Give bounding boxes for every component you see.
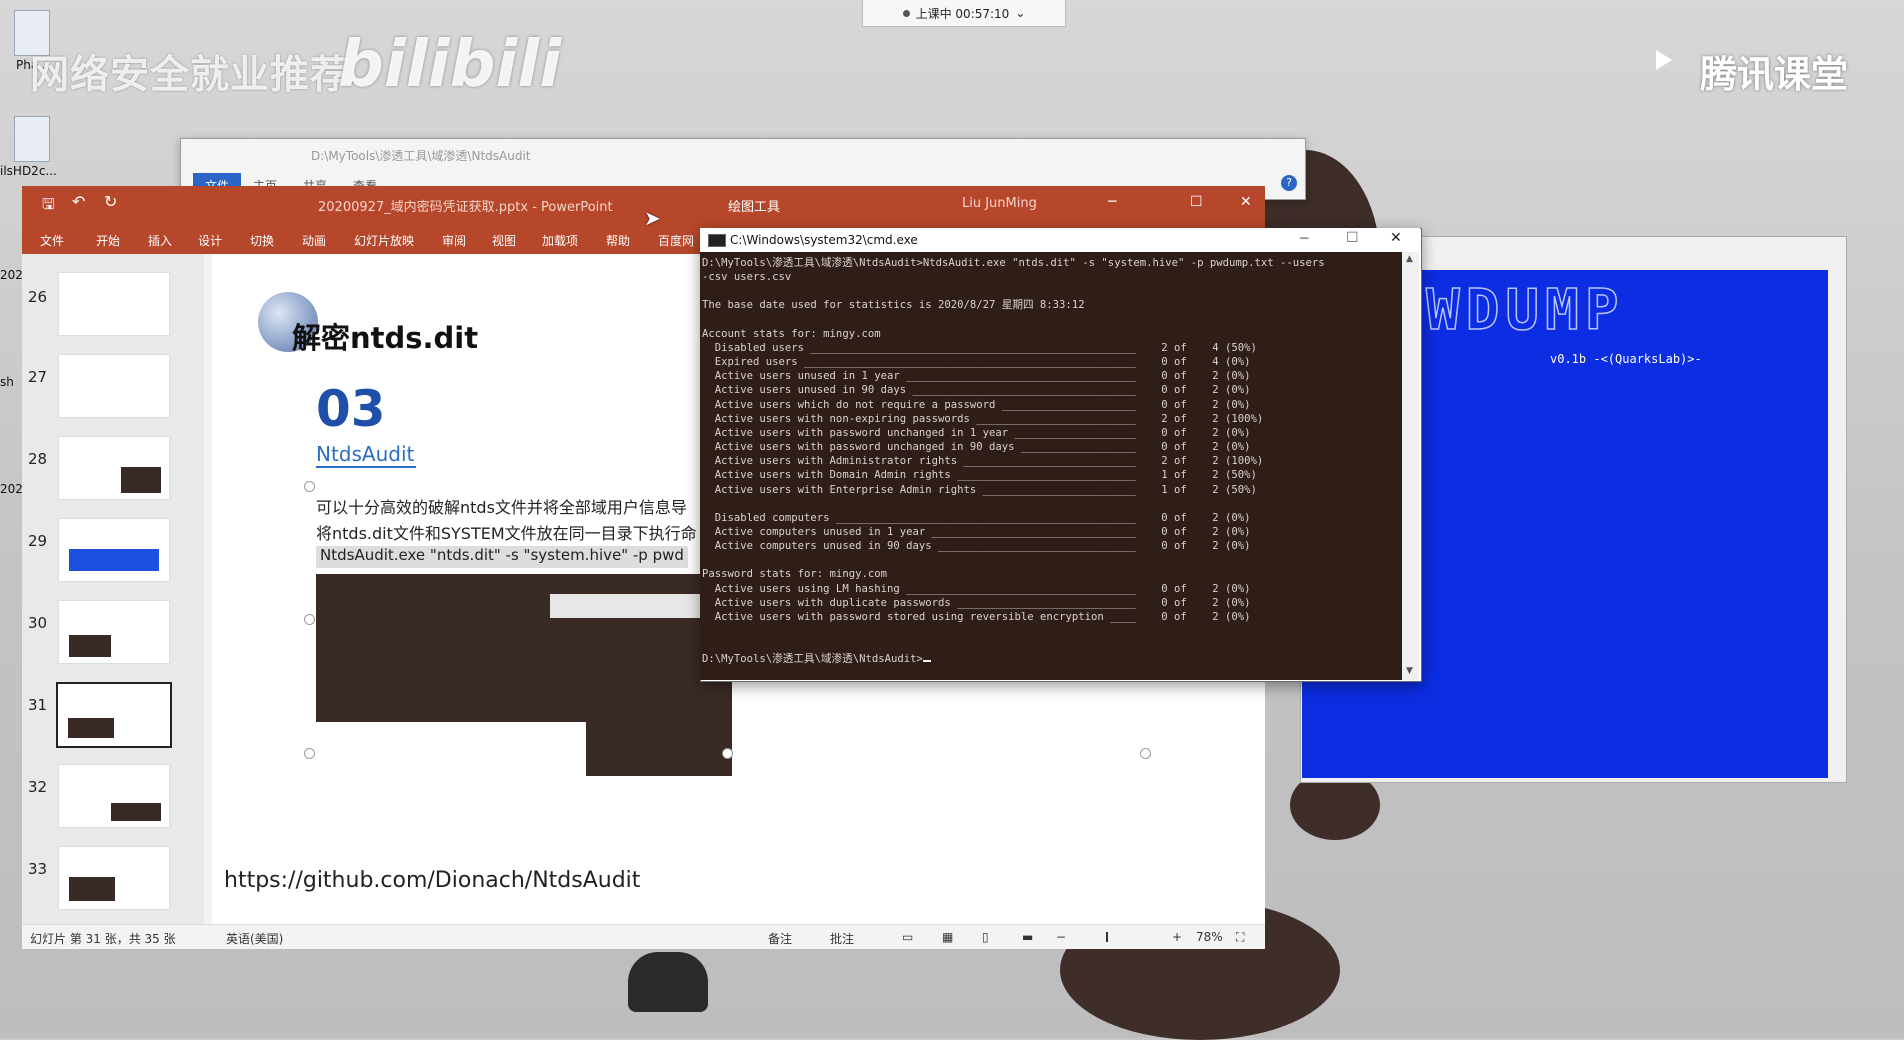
ribbon-tab-view[interactable]: 视图 <box>492 232 516 249</box>
undo-icon[interactable]: ↶ <box>72 192 85 211</box>
thumb-number: 31 <box>28 696 48 714</box>
slide-sorter-icon[interactable]: ▦ <box>942 930 953 944</box>
notes-button[interactable]: 备注 <box>768 930 792 947</box>
ribbon-tab-addins[interactable]: 加载项 <box>542 232 578 249</box>
slide-text-line[interactable]: 可以十分高效的破解ntds文件并将全部域用户信息导 <box>316 494 687 518</box>
wdump-ascii-art: WDUMP <box>1425 277 1625 344</box>
language-indicator[interactable]: 英语(美国) <box>226 930 283 947</box>
subtitle-underline <box>316 466 416 468</box>
selection-handle[interactable] <box>722 748 733 759</box>
ppt-user-name: Liu JunMing <box>962 196 1037 211</box>
maximize-icon[interactable]: ☐ <box>1346 230 1359 246</box>
slide-thumbnail[interactable] <box>58 518 170 582</box>
slide-thumbnail[interactable] <box>58 764 170 828</box>
cmd-scrollbar[interactable]: ▲ ▼ <box>1402 252 1419 680</box>
cmd-prompt: D:\MyTools\渗透工具\域渗透\NtdsAudit> <box>702 653 923 666</box>
slide-url[interactable]: https://github.com/Dionach/NtdsAudit <box>224 868 640 893</box>
ppt-status-bar: 幻灯片 第 31 张，共 35 张 英语(美国) 备注 批注 ▭ ▦ ▯ ▬ −… <box>22 924 1265 949</box>
explorer-path: D:\MyTools\渗透工具\域渗透\NtdsAudit <box>311 149 531 163</box>
close-icon[interactable]: ✕ <box>1240 194 1252 210</box>
cmd-output-text: D:\MyTools\渗透工具\域渗透\NtdsAudit>NtdsAudit.… <box>702 257 1325 666</box>
tencent-classroom-logo: 腾讯课堂 <box>1700 53 1848 96</box>
normal-view-icon[interactable]: ▭ <box>902 930 913 944</box>
slide-thumbnail[interactable] <box>58 272 170 336</box>
ribbon-tab-design[interactable]: 设计 <box>198 232 222 249</box>
comments-button[interactable]: 批注 <box>830 930 854 947</box>
drawing-tools-label: 绘图工具 <box>728 200 781 215</box>
ribbon-tab-insert[interactable]: 插入 <box>148 232 172 249</box>
help-icon[interactable]: ? <box>1281 175 1297 191</box>
section-number[interactable]: 03 <box>316 380 386 438</box>
save-icon[interactable]: 🖫 <box>42 194 55 219</box>
desktop-icon-label: sh <box>0 375 14 389</box>
slide-thumbnail[interactable] <box>58 354 170 418</box>
selection-handle[interactable] <box>304 614 315 625</box>
section-subtitle[interactable]: NtdsAudit <box>316 442 414 466</box>
chevron-down-icon[interactable]: ⌄ <box>1015 6 1025 20</box>
class-status-bar[interactable]: 上课中 00:57:10 ⌄ <box>862 0 1066 27</box>
slide-thumbnail[interactable] <box>58 436 170 500</box>
thumb-number: 27 <box>28 368 48 386</box>
selection-handle[interactable] <box>1140 748 1151 759</box>
desktop-icon-label: 202 <box>0 268 23 282</box>
selection-handle[interactable] <box>304 481 315 492</box>
slide-command-text[interactable]: NtdsAudit.exe "ntds.dit" -s "system.hive… <box>316 546 688 568</box>
scroll-down-icon[interactable]: ▼ <box>1406 666 1413 676</box>
class-status-label: 上课中 00:57:10 <box>915 6 1010 21</box>
close-icon[interactable]: ✕ <box>1390 230 1402 246</box>
thumb-number: 29 <box>28 532 48 550</box>
slideshow-icon[interactable]: ▬ <box>1022 930 1033 944</box>
ribbon-tab-help[interactable]: 帮助 <box>606 232 630 249</box>
mouse-cursor-icon: ➤ <box>644 206 661 230</box>
ribbon-tab-baidu[interactable]: 百度网 <box>658 232 694 249</box>
scroll-up-icon[interactable]: ▲ <box>1406 254 1413 264</box>
minimize-icon[interactable]: ─ <box>1108 194 1116 210</box>
thumb-number: 33 <box>28 860 48 878</box>
ribbon-tab-slideshow[interactable]: 幻灯片放映 <box>354 232 414 249</box>
zoom-slider-thumb[interactable] <box>1106 932 1108 942</box>
wdump-version: v0.1b -<(QuarksLab)>- <box>1550 352 1702 366</box>
cmd-titlebar[interactable]: C:\Windows\system32\cmd.exe ─ ☐ ✕ <box>700 228 1420 252</box>
ribbon-tab-animations[interactable]: 动画 <box>302 232 326 249</box>
slide-title[interactable]: 解密ntds.dit <box>292 315 478 357</box>
text-cursor <box>922 660 931 663</box>
cmd-app-icon <box>708 234 726 247</box>
fit-slide-icon[interactable]: ⛶ <box>1236 930 1244 945</box>
bilibili-logo: bilibili <box>338 28 562 102</box>
desktop-icon-label: 202 <box>0 482 23 496</box>
thumb-number: 28 <box>28 450 48 468</box>
zoom-out-button[interactable]: − <box>1056 930 1066 944</box>
record-dot-icon <box>902 9 910 17</box>
ribbon-tab-file[interactable]: 文件 <box>40 232 64 249</box>
ppt-window-title: 20200927_域内密码凭证获取.pptx - PowerPoint <box>318 200 613 215</box>
thumb-number: 26 <box>28 288 48 306</box>
sneaker-toy <box>628 952 708 1012</box>
desktop-icon-file[interactable] <box>14 116 50 162</box>
thumb-number: 32 <box>28 778 48 796</box>
ribbon-tab-home[interactable]: 开始 <box>96 232 120 249</box>
thumb-number: 30 <box>28 614 48 632</box>
slide-thumbnail[interactable] <box>58 600 170 664</box>
desktop-icon-label: ilsHD2c... <box>0 164 57 178</box>
ribbon-tab-transitions[interactable]: 切换 <box>250 232 274 249</box>
slide-counter: 幻灯片 第 31 张，共 35 张 <box>30 932 176 946</box>
watermark-text: 网络安全就业推荐 <box>30 53 351 98</box>
reading-view-icon[interactable]: ▯ <box>982 930 989 944</box>
slide-thumbnail-pane[interactable]: 26 27 28 29 30 31 32 33 <box>22 254 204 924</box>
cmd-console-output[interactable]: D:\MyTools\渗透工具\域渗透\NtdsAudit>NtdsAudit.… <box>700 252 1402 680</box>
maximize-icon[interactable]: ☐ <box>1190 194 1203 210</box>
redo-icon[interactable]: ↻ <box>104 192 117 211</box>
zoom-in-button[interactable]: + <box>1172 930 1182 944</box>
cmd-window-title: C:\Windows\system32\cmd.exe <box>730 233 918 247</box>
ribbon-tab-review[interactable]: 审阅 <box>442 232 466 249</box>
zoom-level[interactable]: 78% <box>1196 930 1223 944</box>
play-icon <box>1656 50 1672 70</box>
slide-text-line[interactable]: 将ntds.dit文件和SYSTEM文件放在同一目录下执行命 <box>316 520 697 544</box>
selection-handle[interactable] <box>304 748 315 759</box>
slide-thumbnail[interactable] <box>58 846 170 910</box>
slide-thumbnail-selected[interactable] <box>56 682 172 748</box>
minimize-icon[interactable]: ─ <box>1300 231 1308 247</box>
